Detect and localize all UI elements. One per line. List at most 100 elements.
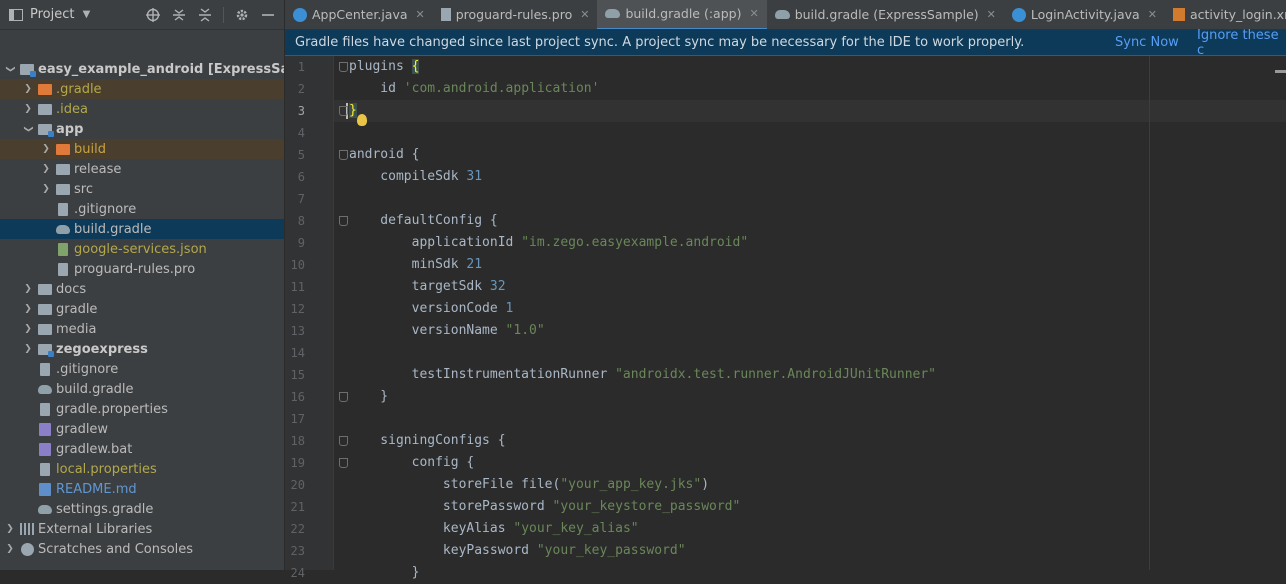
chevron-right-icon[interactable]: ❯ [22, 104, 34, 114]
code-line[interactable]: versionCode 1 [349, 298, 514, 320]
fold-marker-icon[interactable] [339, 62, 348, 72]
close-tab-icon[interactable]: ✕ [749, 7, 758, 20]
tree-item[interactable]: ❯ media [0, 319, 284, 339]
tree-item[interactable]: ❯ gradle [0, 299, 284, 319]
collapse-all-icon[interactable] [197, 7, 213, 23]
fold-marker-icon[interactable] [339, 216, 348, 226]
libs-icon [20, 523, 34, 535]
chevron-right-icon[interactable]: ❯ [40, 164, 52, 174]
line-number: 1 [297, 60, 305, 74]
line-number: 8 [297, 214, 305, 228]
chevron-right-icon[interactable]: ❯ [22, 284, 34, 294]
code-line[interactable]: minSdk 21 [349, 254, 482, 276]
project-tool-window: Project ▼ ❯ easy_example_android [Express… [0, 0, 285, 570]
tree-item[interactable]: ❯ .gradle [0, 79, 284, 99]
close-tab-icon[interactable]: ✕ [1148, 8, 1157, 21]
tree-item[interactable]: ❯ Scratches and Consoles [0, 539, 284, 559]
fold-marker-icon[interactable] [339, 392, 348, 402]
tree-item[interactable]: build.gradle [0, 219, 284, 239]
fold-marker-icon[interactable] [339, 106, 348, 116]
code-line[interactable]: storeFile file("your_app_key.jks") [349, 474, 709, 496]
code-line[interactable]: testInstrumentationRunner "androidx.test… [349, 364, 936, 386]
tree-item[interactable]: ❯ build [0, 139, 284, 159]
hide-minus-icon[interactable] [260, 7, 276, 23]
close-tab-icon[interactable]: ✕ [416, 8, 425, 21]
select-opened-file-icon[interactable] [145, 7, 161, 23]
chevron-right-icon[interactable]: ❯ [4, 544, 16, 554]
tree-item[interactable]: ❯ easy_example_android [ExpressSamp [0, 59, 284, 79]
code-line[interactable]: } [349, 100, 357, 122]
tree-item-label: .gradle [56, 81, 102, 97]
chevron-down-icon[interactable]: ❯ [23, 123, 33, 135]
code-line[interactable]: defaultConfig { [349, 210, 497, 232]
chevron-right-icon[interactable]: ❯ [4, 524, 16, 534]
tree-item[interactable]: ❯ docs [0, 279, 284, 299]
tree-item[interactable]: ❯ .idea [0, 99, 284, 119]
code-line[interactable]: } [349, 562, 420, 584]
code-line[interactable]: id 'com.android.application' [349, 78, 599, 100]
gear-icon[interactable] [234, 7, 250, 23]
tree-item[interactable]: .gitignore [0, 359, 284, 379]
code-line[interactable]: config { [349, 452, 475, 474]
tree-item[interactable]: ❯ zegoexpress [0, 339, 284, 359]
line-number-gutter[interactable]: 1 2 3 4 5 6 7 8 9 10 11 12 13 14 15 16 17 18 19 20 21 22 23 24 [285, 56, 333, 580]
file-icon [38, 462, 52, 476]
tree-item[interactable]: gradlew [0, 419, 284, 439]
chevron-right-icon[interactable]: ❯ [22, 304, 34, 314]
tree-item[interactable]: local.properties [0, 459, 284, 479]
code-line[interactable]: } [349, 386, 388, 408]
code-line[interactable]: keyPassword "your_key_password" [349, 540, 686, 562]
chevron-right-icon[interactable]: ❯ [22, 324, 34, 334]
code-line[interactable]: signingConfigs { [349, 430, 505, 452]
chevron-right-icon[interactable]: ❯ [40, 184, 52, 194]
tree-item-label: src [74, 181, 93, 197]
code-line[interactable]: android { [349, 144, 419, 166]
module-folder-icon [38, 123, 54, 137]
tree-item[interactable]: settings.gradle [0, 499, 284, 519]
expand-all-icon[interactable] [171, 7, 187, 23]
tree-item[interactable]: ❯ app [0, 119, 284, 139]
lightbulb-intention-icon[interactable] [357, 114, 367, 126]
editor-tab[interactable]: AppCenter.java ✕ [285, 0, 433, 29]
chevron-right-icon[interactable]: ❯ [22, 84, 34, 94]
tree-item[interactable]: gradle.properties [0, 399, 284, 419]
editor-tab[interactable]: activity_login.xml✕ [1165, 0, 1286, 29]
folder-orange-icon [56, 143, 70, 155]
editor-tab[interactable]: build.gradle (:app) ✕ [597, 0, 767, 29]
code-line[interactable]: compileSdk 31 [349, 166, 482, 188]
close-tab-icon[interactable]: ✕ [987, 8, 996, 21]
tree-item[interactable]: proguard-rules.pro [0, 259, 284, 279]
view-dropdown-chevron-icon[interactable]: ▼ [78, 7, 94, 23]
chevron-down-icon[interactable]: ❯ [5, 63, 15, 75]
chevron-right-icon[interactable]: ❯ [40, 144, 52, 154]
code-line[interactable]: plugins { [349, 56, 420, 78]
line-number: 15 [290, 368, 305, 382]
tree-item[interactable]: ❯ src [0, 179, 284, 199]
editor-tab[interactable]: build.gradle (ExpressSample) ✕ [767, 0, 1004, 29]
code-line[interactable]: applicationId "im.zego.easyexample.andro… [349, 232, 749, 254]
close-tab-icon[interactable]: ✕ [580, 8, 589, 21]
project-view-title[interactable]: Project [30, 7, 74, 22]
chevron-right-icon[interactable]: ❯ [22, 344, 34, 354]
editor-tab[interactable]: proguard-rules.pro ✕ [433, 0, 598, 29]
code-token: targetSdk [349, 279, 490, 294]
tree-item[interactable]: build.gradle [0, 379, 284, 399]
sync-now-link[interactable]: Sync Now [1115, 35, 1179, 50]
ignore-changes-link[interactable]: Ignore these c [1197, 28, 1286, 58]
tree-item[interactable]: README.md [0, 479, 284, 499]
tree-item[interactable]: google-services.json [0, 239, 284, 259]
fold-marker-icon[interactable] [339, 150, 348, 160]
tree-item[interactable]: ❯ release [0, 159, 284, 179]
tree-item[interactable]: gradlew.bat [0, 439, 284, 459]
code-line[interactable]: keyAlias "your_key_alias" [349, 518, 639, 540]
tree-item[interactable]: ❯ External Libraries [0, 519, 284, 539]
fold-marker-icon[interactable] [339, 436, 348, 446]
editor-tab-label: proguard-rules.pro [455, 7, 573, 22]
tree-item[interactable]: .gitignore [0, 199, 284, 219]
code-line[interactable]: targetSdk 32 [349, 276, 506, 298]
code-line[interactable]: storePassword "your_keystore_password" [349, 496, 740, 518]
scrollbar-marker[interactable] [1275, 70, 1286, 73]
code-line[interactable]: versionName "1.0" [349, 320, 545, 342]
editor-tab[interactable]: LoginActivity.java ✕ [1004, 0, 1165, 29]
fold-marker-icon[interactable] [339, 458, 348, 468]
